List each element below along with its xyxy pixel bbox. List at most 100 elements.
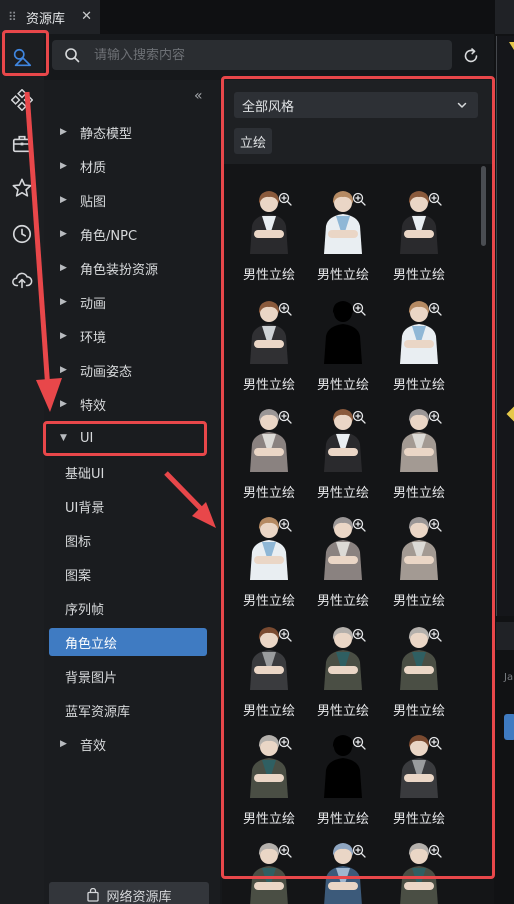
tree-node-label: 贴图 [80,194,107,210]
tree-leaf-background-images[interactable]: 背景图片 [44,662,220,690]
tree-leaf-icons[interactable]: 图标 [44,526,220,554]
zoom-in-icon[interactable] [352,628,366,642]
asset-item[interactable]: 男性立绘 [382,608,456,719]
asset-item[interactable]: 男性立绘 [232,608,306,719]
caret-right-icon: ▶ [60,263,67,273]
close-icon[interactable]: ✕ [81,9,92,24]
asset-item[interactable]: 男性立绘 [232,498,306,609]
zoom-in-icon[interactable] [278,518,292,532]
tree-leaf-label: 图标 [65,534,92,550]
zoom-in-icon[interactable] [352,844,366,858]
tree-node-costume-assets[interactable]: ▶ 角色装扮资源 [44,254,220,282]
tab-asset-library[interactable]: ⠿ 资源库 ✕ [0,0,100,34]
tree-node-animation-poses[interactable]: ▶ 动画姿态 [44,356,220,384]
asset-item[interactable]: 男性立绘 [382,172,456,283]
tree-leaf-basic-ui[interactable]: 基础UI [44,458,220,486]
asset-item[interactable]: 男性立绘 [306,608,380,719]
refresh-icon[interactable] [460,45,482,67]
zoom-in-icon[interactable] [428,302,442,316]
zoom-in-icon[interactable] [278,736,292,750]
asset-item[interactable]: 男性立绘 [382,498,456,609]
zoom-in-icon[interactable] [352,410,366,424]
asset-item[interactable]: 男性立绘 [306,172,380,283]
tree-node-static-models[interactable]: ▶ 静态模型 [44,118,220,146]
gallery-scrollbar[interactable] [481,166,486,246]
tree-node-effects[interactable]: ▶ 特效 [44,390,220,418]
components-icon [11,89,33,111]
tree-leaf-ui-backgrounds[interactable]: UI背景 [44,492,220,520]
tree-node-animations[interactable]: ▶ 动画 [44,288,220,316]
asset-item[interactable]: 男性立绘 [382,716,456,827]
style-filter-select[interactable]: 全部风格 [234,92,478,118]
tag-portrait[interactable]: 立绘 [234,128,273,154]
tree-node-label: 静态模型 [80,126,133,142]
zoom-in-icon[interactable] [428,192,442,206]
caret-right-icon: ▶ [60,127,67,137]
tree-node-label: 角色/NPC [80,228,138,244]
search-input[interactable] [94,47,424,63]
shopping-bag-icon [87,888,100,902]
tree-leaf-blue-army-library[interactable]: 蓝军资源库 [44,696,220,724]
asset-item[interactable]: 男性立绘 [306,498,380,609]
adjacent-panel-header[interactable] [496,622,514,650]
asset-item[interactable]: 男性立绘 [232,282,306,393]
asset-item[interactable] [232,824,306,904]
zoom-in-icon[interactable] [352,302,366,316]
tree-node-label: 动画姿态 [80,364,133,380]
tree-node-environment[interactable]: ▶ 环境 [44,322,220,350]
tree-node-label: UI [80,430,94,446]
tree-leaf-label: 蓝军资源库 [65,704,131,720]
components-rail-button[interactable] [6,84,38,116]
network-library-button[interactable]: 网络资源库 [49,882,209,904]
asset-item[interactable]: 男性立绘 [306,716,380,827]
favorites-rail-button[interactable] [6,172,38,204]
star-icon [12,178,32,197]
asset-item[interactable] [382,824,456,904]
tree-node-label: 特效 [80,398,107,414]
assets-rail-button[interactable] [6,42,38,74]
zoom-in-icon[interactable] [428,628,442,642]
tree-node-label: 动画 [80,296,107,312]
tree-node-materials[interactable]: ▶ 材质 [44,152,220,180]
asset-item[interactable]: 男性立绘 [382,390,456,501]
tree-node-ui[interactable]: ▼ UI [44,424,220,452]
zoom-in-icon[interactable] [428,410,442,424]
history-rail-button[interactable] [6,218,38,250]
tree-leaf-sprite-sequences[interactable]: 序列帧 [44,594,220,622]
zoom-in-icon[interactable] [278,192,292,206]
tree-node-sound-effects[interactable]: ▶ 音效 [44,730,220,758]
tree-leaf-label: 基础UI [65,466,105,482]
zoom-in-icon[interactable] [352,736,366,750]
adjacent-panel-button[interactable] [504,714,514,740]
zoom-in-icon[interactable] [428,844,442,858]
asset-item[interactable] [306,824,380,904]
asset-item[interactable]: 男性立绘 [306,282,380,393]
search-box[interactable] [52,40,452,70]
asset-item[interactable]: 男性立绘 [232,390,306,501]
tree-node-characters[interactable]: ▶ 角色/NPC [44,220,220,248]
asset-item[interactable]: 男性立绘 [232,716,306,827]
zoom-in-icon[interactable] [278,628,292,642]
zoom-in-icon[interactable] [278,302,292,316]
zoom-in-icon[interactable] [278,410,292,424]
adjacent-panel-label: Ja [504,672,514,683]
tree-leaf-patterns[interactable]: 图案 [44,560,220,588]
adjacent-tab[interactable] [495,0,514,34]
zoom-in-icon[interactable] [428,736,442,750]
tree-node-textures[interactable]: ▶ 贴图 [44,186,220,214]
upload-rail-button[interactable] [6,264,38,296]
adjacent-viewport [496,36,514,616]
asset-item[interactable]: 男性立绘 [382,282,456,393]
caret-right-icon: ▶ [60,161,67,171]
zoom-in-icon[interactable] [278,844,292,858]
collapse-panel-icon[interactable]: « [194,88,203,104]
asset-item[interactable]: 男性立绘 [232,172,306,283]
zoom-in-icon[interactable] [428,518,442,532]
zoom-in-icon[interactable] [352,192,366,206]
tree-leaf-character-portraits[interactable]: 角色立绘 [49,628,207,656]
zoom-in-icon[interactable] [352,518,366,532]
drag-grip-icon[interactable]: ⠿ [8,10,22,24]
toolbox-rail-button[interactable] [6,128,38,160]
tree-leaf-label: 背景图片 [65,670,118,686]
asset-item[interactable]: 男性立绘 [306,390,380,501]
